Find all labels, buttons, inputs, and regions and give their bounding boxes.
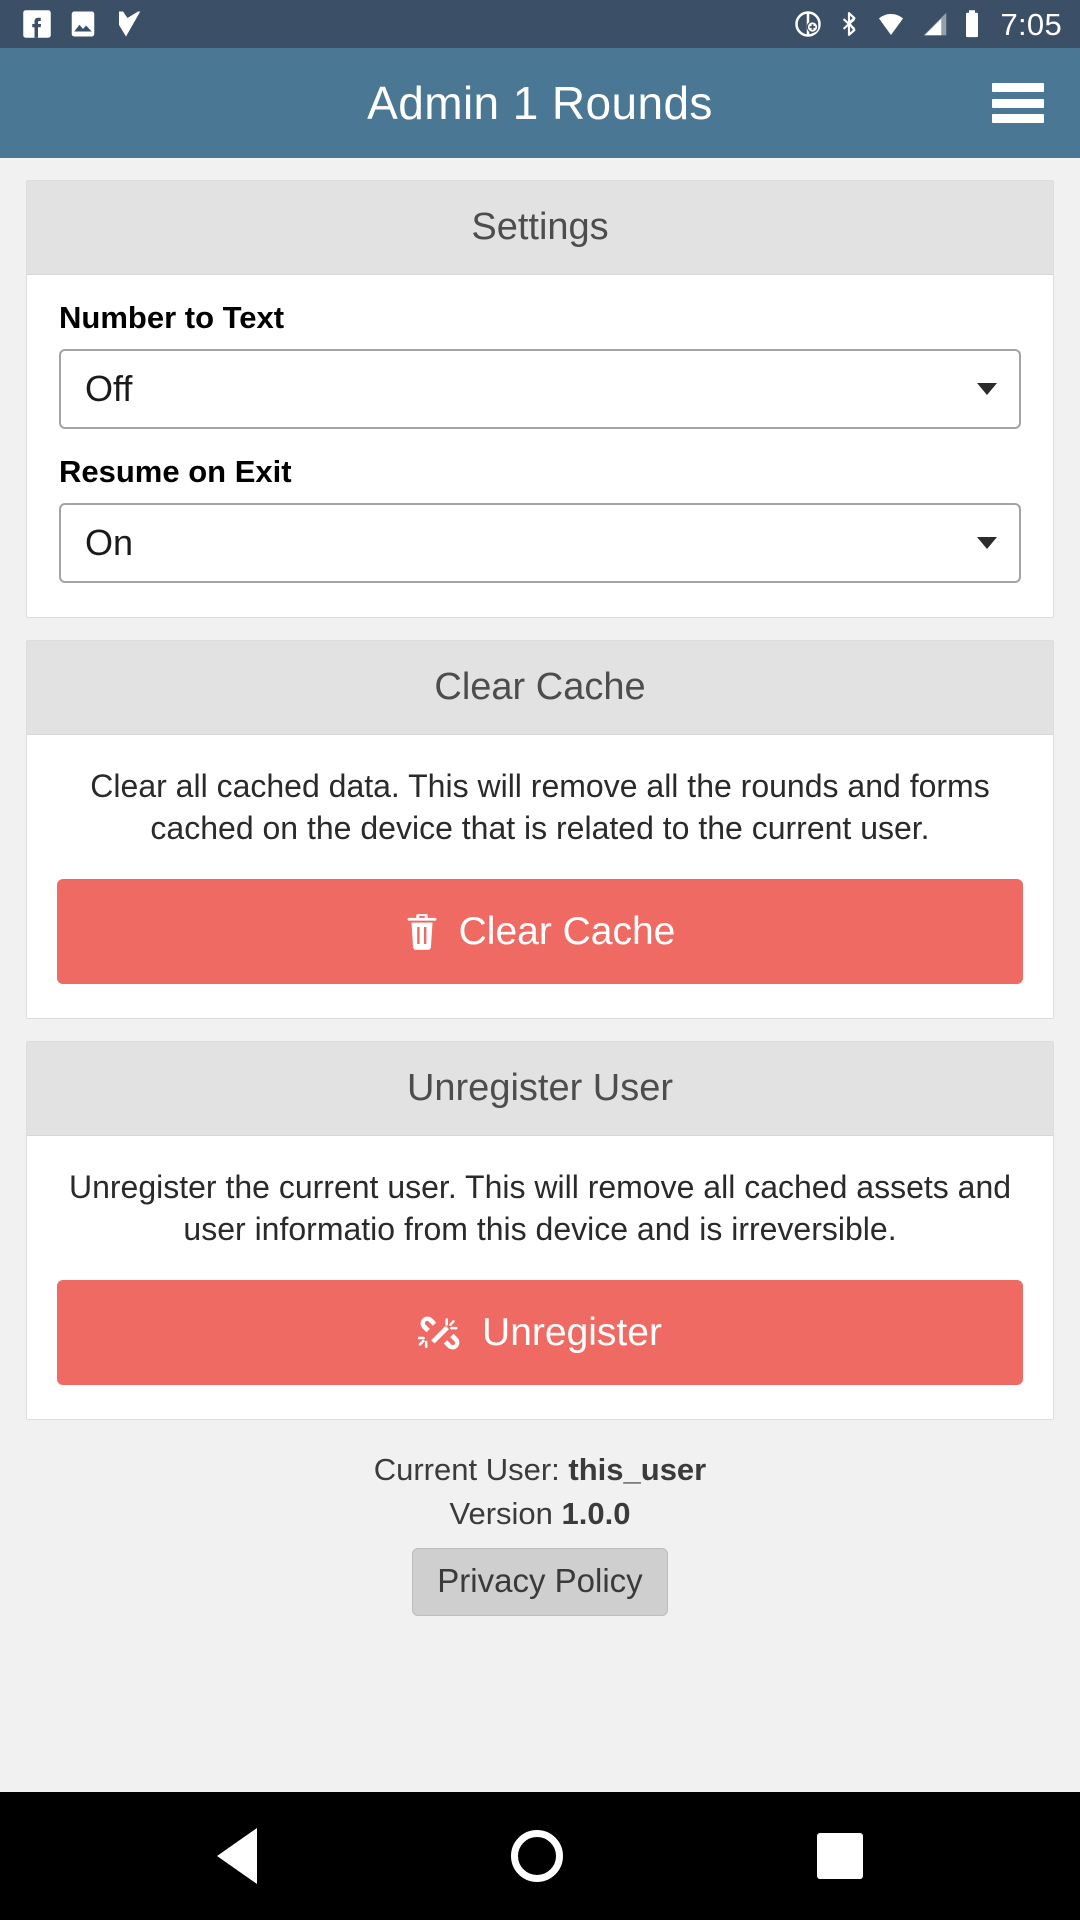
- privacy-policy-button[interactable]: Privacy Policy: [412, 1548, 668, 1616]
- recents-square-icon[interactable]: [817, 1833, 863, 1879]
- unregister-button[interactable]: Unregister: [57, 1280, 1023, 1385]
- number-to-text-value: Off: [85, 368, 133, 409]
- bluetooth-icon: [843, 12, 856, 36]
- app-bar: Admin 1 Rounds: [0, 48, 1080, 158]
- clear-cache-button-label: Clear Cache: [458, 909, 676, 953]
- number-to-text-label: Number to Text: [59, 300, 285, 335]
- chevron-down-icon: [977, 537, 997, 549]
- broken-link-icon: [418, 1312, 462, 1354]
- wifi-icon: [879, 14, 904, 35]
- android-navigation-bar: [0, 1792, 1080, 1920]
- unregister-description: Unregister the current user. This will r…: [68, 1169, 1012, 1247]
- clear-cache-panel-heading: Clear Cache: [27, 641, 1053, 735]
- phone-screen: 7:05 Admin 1 Rounds Settings Number to T…: [0, 0, 1080, 1920]
- status-bar-notification-icons: [22, 9, 144, 39]
- hamburger-bar: [992, 83, 1044, 92]
- settings-panel-body: Number to Text Off Resume on Exit On: [27, 275, 1053, 617]
- checkmark-flag-icon: [119, 11, 141, 37]
- gallery-image-icon: [71, 11, 95, 37]
- facebook-icon: [23, 10, 51, 38]
- clear-cache-panel-body: Clear all cached data. This will remove …: [27, 735, 1053, 1018]
- current-user-line: Current User: this_user: [26, 1448, 1054, 1492]
- status-bar: 7:05: [0, 0, 1080, 48]
- cellular-signal-icon: [924, 12, 947, 36]
- status-bar-clock: 7:05: [1000, 6, 1062, 42]
- home-circle-icon[interactable]: [511, 1830, 563, 1882]
- current-user-label: Current User:: [373, 1452, 560, 1487]
- resume-on-exit-value: On: [85, 522, 134, 563]
- version-line: Version 1.0.0: [26, 1492, 1054, 1536]
- status-bar-system-icons: 7:05: [793, 9, 1062, 40]
- version-value: 1.0.0: [561, 1496, 631, 1531]
- scroll-content[interactable]: Settings Number to Text Off Resume on Ex…: [0, 158, 1080, 1792]
- resume-on-exit-label: Resume on Exit: [59, 454, 292, 489]
- trash-icon: [405, 912, 439, 952]
- battery-icon: [966, 10, 979, 38]
- current-user-value: this_user: [568, 1452, 707, 1487]
- unregister-user-panel: Unregister User Unregister the current u…: [26, 1041, 1054, 1420]
- location-add-icon: [795, 11, 822, 37]
- clear-cache-description: Clear all cached data. This will remove …: [90, 768, 990, 846]
- unregister-button-label: Unregister: [482, 1310, 662, 1354]
- page-title: Admin 1 Rounds: [367, 77, 713, 129]
- back-triangle-icon[interactable]: [217, 1828, 257, 1884]
- settings-panel-heading: Settings: [27, 181, 1053, 275]
- hamburger-bar: [992, 114, 1044, 123]
- clear-cache-panel: Clear Cache Clear all cached data. This …: [26, 640, 1054, 1019]
- number-to-text-select[interactable]: Off: [59, 349, 1021, 429]
- chevron-down-icon: [977, 383, 997, 395]
- footer: Current User: this_user Version 1.0.0 Pr…: [26, 1442, 1054, 1616]
- unregister-user-panel-heading: Unregister User: [27, 1042, 1053, 1136]
- hamburger-menu-icon[interactable]: [992, 83, 1044, 123]
- version-label: Version: [449, 1496, 553, 1531]
- clear-cache-button[interactable]: Clear Cache: [57, 879, 1023, 984]
- settings-panel: Settings Number to Text Off Resume on Ex…: [26, 180, 1054, 618]
- hamburger-bar: [992, 98, 1044, 108]
- resume-on-exit-select[interactable]: On: [59, 503, 1021, 583]
- unregister-user-panel-body: Unregister the current user. This will r…: [27, 1136, 1053, 1419]
